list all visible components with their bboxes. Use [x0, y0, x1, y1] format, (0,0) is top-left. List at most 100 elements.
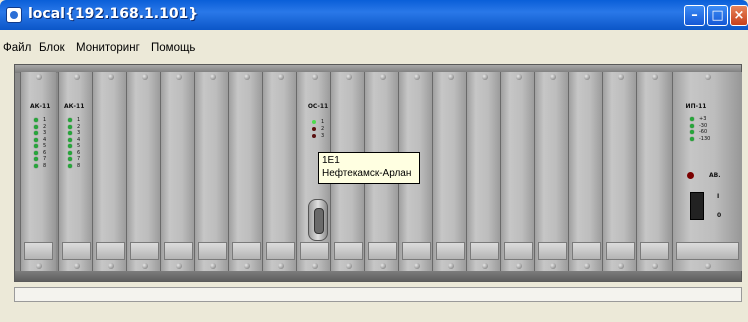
led-label: -30	[699, 122, 708, 129]
rack-slot[interactable]	[568, 72, 604, 271]
screw-icon	[35, 74, 42, 80]
rack-bottom-rail	[15, 271, 741, 281]
maximize-button[interactable]: □	[707, 5, 728, 26]
card-handle	[572, 242, 601, 260]
led-label: +3	[699, 116, 707, 122]
led-label: 3	[321, 133, 325, 139]
status-led	[34, 157, 38, 161]
led-label: 6	[77, 149, 81, 156]
rack-slot[interactable]	[466, 72, 502, 271]
card-handle	[504, 242, 533, 260]
screw-icon	[311, 263, 318, 269]
card-handle	[198, 242, 227, 260]
status-led	[68, 118, 72, 122]
screw-icon	[141, 74, 148, 80]
screw-icon	[379, 263, 386, 269]
rack-slot[interactable]	[92, 72, 128, 271]
led-label: 6	[43, 149, 47, 156]
power-switch[interactable]	[690, 192, 704, 220]
screw-icon	[311, 74, 318, 80]
screw-icon	[651, 263, 658, 269]
minimize-button[interactable]: –	[684, 5, 705, 26]
status-led	[312, 120, 316, 124]
led-label: 1	[43, 117, 47, 123]
rack-slot[interactable]	[160, 72, 196, 271]
led-label: 2	[77, 123, 81, 130]
tooltip-line-1: 1E1	[322, 155, 340, 166]
rack-slot[interactable]	[20, 72, 56, 271]
screw-icon	[345, 74, 352, 80]
card-handle	[266, 242, 295, 260]
status-led	[34, 163, 38, 168]
card-handle	[130, 242, 159, 260]
menu-block[interactable]: Блок	[39, 42, 65, 54]
screw-icon	[515, 263, 522, 269]
rack-slot[interactable]	[534, 72, 570, 271]
status-led	[690, 123, 694, 128]
title-bar[interactable]: local{192.168.1.101} – □ ×	[0, 0, 748, 30]
card-handle	[606, 242, 635, 260]
status-led	[690, 130, 694, 134]
screw-icon	[704, 74, 711, 80]
rack-slot[interactable]	[228, 72, 264, 271]
status-led	[34, 131, 38, 135]
rack-slot[interactable]	[432, 72, 468, 271]
screw-icon	[549, 74, 556, 80]
status-led	[34, 137, 38, 142]
screw-icon	[413, 74, 420, 80]
led-label: 2	[321, 126, 325, 132]
card-handle	[334, 242, 363, 260]
status-led	[68, 163, 72, 168]
rack-slot[interactable]	[636, 72, 672, 271]
rack-slot[interactable]	[262, 72, 298, 271]
card-ak11-2-name: АК-11	[64, 103, 85, 110]
status-led	[690, 136, 694, 141]
rack-slot[interactable]	[126, 72, 162, 271]
screw-icon	[73, 263, 80, 269]
card-handle	[368, 242, 397, 260]
screw-icon	[617, 74, 624, 80]
rack-slot[interactable]	[58, 72, 94, 271]
led-label: 5	[77, 143, 81, 149]
switch-on-label: I	[717, 193, 720, 200]
status-led	[68, 124, 72, 129]
screw-icon	[704, 263, 711, 269]
led-label: 3	[77, 130, 81, 136]
rack-slot[interactable]	[194, 72, 230, 271]
screw-icon	[209, 74, 216, 80]
close-button[interactable]: ×	[730, 5, 748, 26]
card-handle	[470, 242, 499, 260]
tooltip: 1E1 Нефтекамск-Арлан	[318, 152, 420, 184]
rack-slot[interactable]	[672, 72, 742, 271]
led-label: 2	[43, 123, 47, 130]
resize-grip-icon[interactable]	[738, 314, 746, 320]
status-led	[68, 157, 72, 161]
screw-icon	[481, 263, 488, 269]
card-ip11-name: ИП-11	[685, 103, 707, 110]
status-led	[34, 144, 38, 148]
led-label: 4	[77, 136, 81, 143]
screw-icon	[345, 263, 352, 269]
rack-slot[interactable]	[500, 72, 536, 271]
status-led	[34, 118, 38, 122]
menu-help[interactable]: Помощь	[151, 42, 195, 54]
rack-slot[interactable]	[602, 72, 638, 271]
status-bar	[14, 287, 742, 302]
menu-file[interactable]: Файл	[3, 42, 31, 54]
screw-icon	[447, 263, 454, 269]
card-handle	[538, 242, 567, 260]
alarm-led	[687, 172, 694, 179]
led-label: -130	[699, 135, 711, 142]
screw-icon	[583, 74, 590, 80]
screw-icon	[379, 74, 386, 80]
screw-icon	[175, 263, 182, 269]
led-label: -60	[699, 129, 708, 135]
card-handle	[62, 242, 91, 260]
db9-connector	[308, 199, 328, 241]
status-led	[34, 150, 38, 155]
led-label: 4	[43, 136, 47, 143]
screw-icon	[549, 263, 556, 269]
led-label: 1	[321, 119, 325, 125]
status-led	[312, 134, 316, 138]
menu-monitoring[interactable]: Мониторинг	[76, 42, 140, 54]
